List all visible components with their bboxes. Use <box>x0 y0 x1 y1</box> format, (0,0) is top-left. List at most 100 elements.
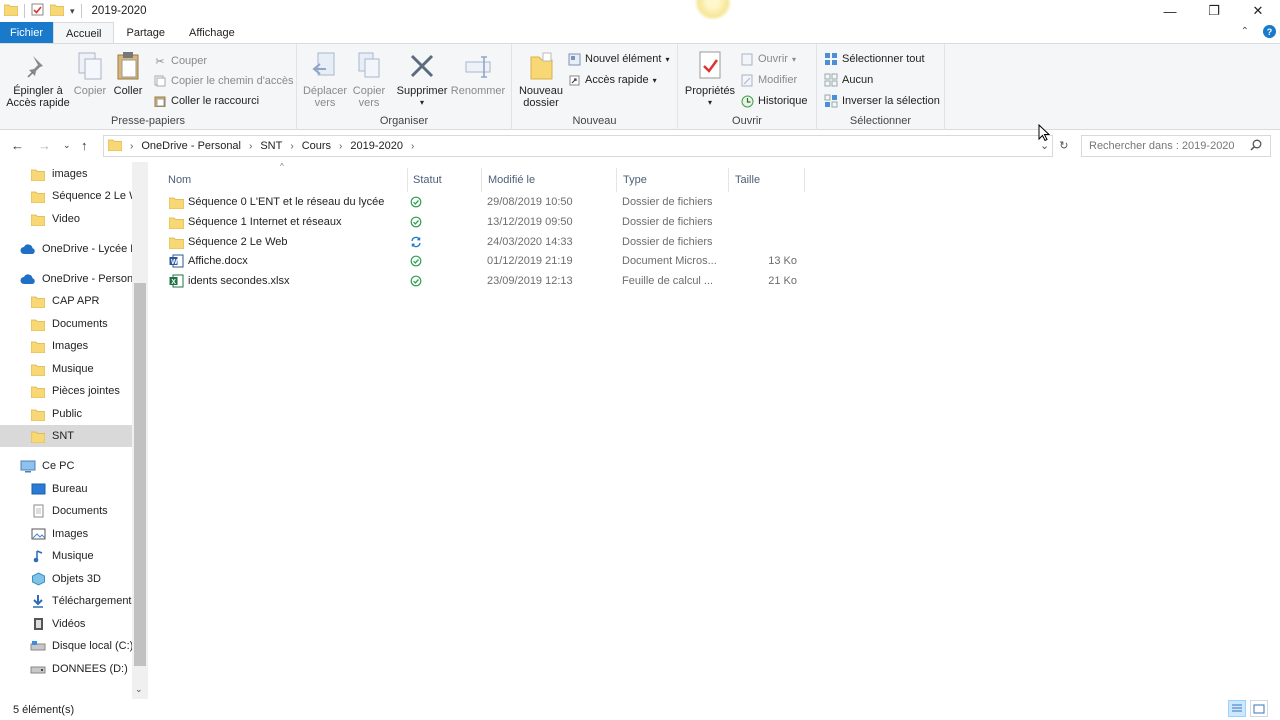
properties-button[interactable]: Propriétés ▾ <box>682 50 738 109</box>
recent-locations-chevron-icon[interactable]: ⌄ <box>63 140 71 151</box>
nav-item-onedrive-lyc-e-l[interactable]: OneDrive - Lycée L <box>0 238 132 260</box>
nav-item-documents[interactable]: Documents <box>0 500 132 522</box>
nav-item-t-l-chargements[interactable]: Téléchargements <box>0 590 132 612</box>
file-row[interactable]: Séquence 0 L'ENT et le réseau du lycée 29… <box>166 192 806 212</box>
file-row[interactable]: W Affiche.docx 01/12/2019 21:19 Document Mi… <box>166 251 806 271</box>
breadcrumb-separator[interactable]: › <box>290 141 293 152</box>
paste-button[interactable]: Coller <box>110 50 146 97</box>
nav-item-bureau[interactable]: Bureau <box>0 478 132 500</box>
column-header-name[interactable]: Nom <box>162 168 408 192</box>
nav-item-images[interactable]: Images <box>0 523 132 545</box>
new-group: Nouveau dossier Nouvel élément ▾ Accès r… <box>512 44 678 130</box>
file-row[interactable]: Séquence 1 Internet et réseaux 13/12/2019… <box>166 212 806 232</box>
nav-item-snt[interactable]: SNT <box>0 425 132 447</box>
nav-item-label: Images <box>52 528 89 540</box>
file-row[interactable]: Xidents secondes.xlsx 23/09/2019 12:13 Feu… <box>166 271 806 291</box>
new-folder-button[interactable]: Nouveau dossier <box>516 50 566 109</box>
nav-item-onedrive-personal[interactable]: OneDrive - Personal <box>0 268 132 290</box>
pin-quick-access-button[interactable]: Épingler à Accès rapide <box>6 50 70 109</box>
file-name-cell[interactable]: Xidents secondes.xlsx <box>168 271 408 291</box>
paste-shortcut-button[interactable]: Coller le raccourci <box>153 92 259 110</box>
new-item-button[interactable]: Nouvel élément ▾ <box>567 50 669 68</box>
history-button[interactable]: Historique <box>740 92 808 110</box>
tab-share[interactable]: Partage <box>114 22 177 44</box>
search-input[interactable]: Rechercher dans : 2019-2020 <box>1081 135 1271 157</box>
easy-access-button[interactable]: Accès rapide ▾ <box>567 71 657 89</box>
restore-button[interactable]: ❐ <box>1192 0 1236 22</box>
large-icons-view-button[interactable] <box>1250 700 1268 717</box>
nav-item-label: OneDrive - Personal <box>42 273 132 285</box>
properties-dropdown-icon[interactable]: ▾ <box>708 97 712 109</box>
delete-dropdown-icon[interactable]: ▾ <box>420 97 424 109</box>
move-to-label-line1: Déplacer <box>302 85 348 97</box>
up-arrow-icon[interactable]: ↑ <box>81 138 88 153</box>
breadcrumb-separator[interactable]: › <box>339 141 342 152</box>
back-arrow-icon[interactable]: ← <box>11 138 24 153</box>
column-header-status[interactable]: Statut <box>407 168 482 192</box>
tab-file[interactable]: Fichier <box>0 22 54 44</box>
search-icon[interactable] <box>1250 139 1262 154</box>
file-row[interactable]: Séquence 2 Le Web 24/03/2020 14:33 Dossier… <box>166 232 806 252</box>
nav-item-video[interactable]: Video <box>0 208 132 230</box>
collapse-ribbon-icon[interactable]: ⌃ <box>1241 26 1249 37</box>
move-to-button[interactable]: Déplacer vers <box>302 50 348 109</box>
open-button[interactable]: Ouvrir ▾ <box>740 50 796 68</box>
3d-icon <box>30 572 46 586</box>
nav-item-objets-3d[interactable]: Objets 3D <box>0 568 132 590</box>
address-bar[interactable]: › OneDrive - Personal › SNT › Cours › 20… <box>103 135 1053 157</box>
tab-view[interactable]: Affichage <box>177 22 247 44</box>
help-icon[interactable]: ? <box>1263 25 1276 38</box>
select-all-button[interactable]: Sélectionner tout <box>824 50 925 68</box>
nav-item-musique[interactable]: Musique <box>0 545 132 567</box>
nav-item-donnees-d[interactable]: DONNEES (D:) <box>0 658 132 680</box>
nav-item-documents[interactable]: Documents <box>0 313 132 335</box>
select-none-button[interactable]: Aucun <box>824 71 873 89</box>
cut-button[interactable]: ✂ Couper <box>153 52 207 70</box>
properties-qa-icon[interactable] <box>31 3 44 19</box>
nav-item-s-quence-2-le-web[interactable]: Séquence 2 Le Web <box>0 185 132 207</box>
column-header-modified[interactable]: Modifié le <box>482 168 617 192</box>
minimize-button[interactable]: — <box>1148 0 1192 22</box>
copy-path-button[interactable]: Copier le chemin d'accès <box>153 72 294 90</box>
nav-item-public[interactable]: Public <box>0 403 132 425</box>
delete-button[interactable]: Supprimer ▾ <box>396 50 448 109</box>
nav-item-ce-pc[interactable]: Ce PC <box>0 455 132 477</box>
move-to-label-line2: vers <box>314 97 336 109</box>
rename-button[interactable]: Renommer <box>451 50 505 97</box>
nav-scrollbar-thumb[interactable] <box>134 283 146 666</box>
details-view-button[interactable] <box>1228 700 1246 717</box>
nav-item-vid-os[interactable]: Vidéos <box>0 613 132 635</box>
file-name-cell[interactable]: Séquence 0 L'ENT et le réseau du lycée <box>168 192 408 212</box>
forward-arrow-icon[interactable]: → <box>38 138 51 153</box>
invert-selection-button[interactable]: Inverser la sélection <box>824 92 940 110</box>
file-name-cell[interactable]: Séquence 1 Internet et réseaux <box>168 212 408 232</box>
nav-item-disque-local-c[interactable]: Disque local (C:) <box>0 635 132 657</box>
breadcrumb-separator[interactable]: › <box>249 141 252 152</box>
file-name-cell[interactable]: Séquence 2 Le Web <box>168 232 408 252</box>
tab-home[interactable]: Accueil <box>53 22 115 44</box>
edit-button[interactable]: Modifier <box>740 71 797 89</box>
column-header-size[interactable]: Taille <box>729 168 805 192</box>
copy-button[interactable]: Copier <box>72 50 108 97</box>
breadcrumb-cours[interactable]: Cours <box>302 140 331 152</box>
nav-item-images[interactable]: Images <box>0 335 132 357</box>
nav-item-pi-ces-jointes[interactable]: Pièces jointes <box>0 380 132 402</box>
column-header-type[interactable]: Type <box>617 168 729 192</box>
nav-item-images[interactable]: images <box>0 163 132 185</box>
refresh-icon[interactable]: ↻ <box>1059 139 1068 152</box>
nav-item-label: CAP APR <box>52 295 100 307</box>
breadcrumb-onedrive[interactable]: OneDrive - Personal <box>141 140 241 152</box>
new-folder-qa-icon[interactable] <box>49 3 65 19</box>
customize-qa-icon[interactable]: ▾ <box>70 6 75 17</box>
scroll-down-arrow-icon[interactable]: ⌄ <box>135 684 143 695</box>
file-name-cell[interactable]: W Affiche.docx <box>168 251 408 271</box>
breadcrumb-separator[interactable]: › <box>411 141 414 152</box>
close-button[interactable]: ✕ <box>1236 0 1280 22</box>
breadcrumb-snt[interactable]: SNT <box>260 140 282 152</box>
breadcrumb-separator: › <box>130 140 134 152</box>
nav-item-musique[interactable]: Musique <box>0 358 132 380</box>
breadcrumb-2019-2020[interactable]: 2019-2020 <box>350 140 403 152</box>
copy-to-button[interactable]: Copier vers <box>349 50 389 109</box>
nav-item-cap-apr[interactable]: CAP APR <box>0 290 132 312</box>
select-group-label: Sélectionner <box>849 115 912 127</box>
